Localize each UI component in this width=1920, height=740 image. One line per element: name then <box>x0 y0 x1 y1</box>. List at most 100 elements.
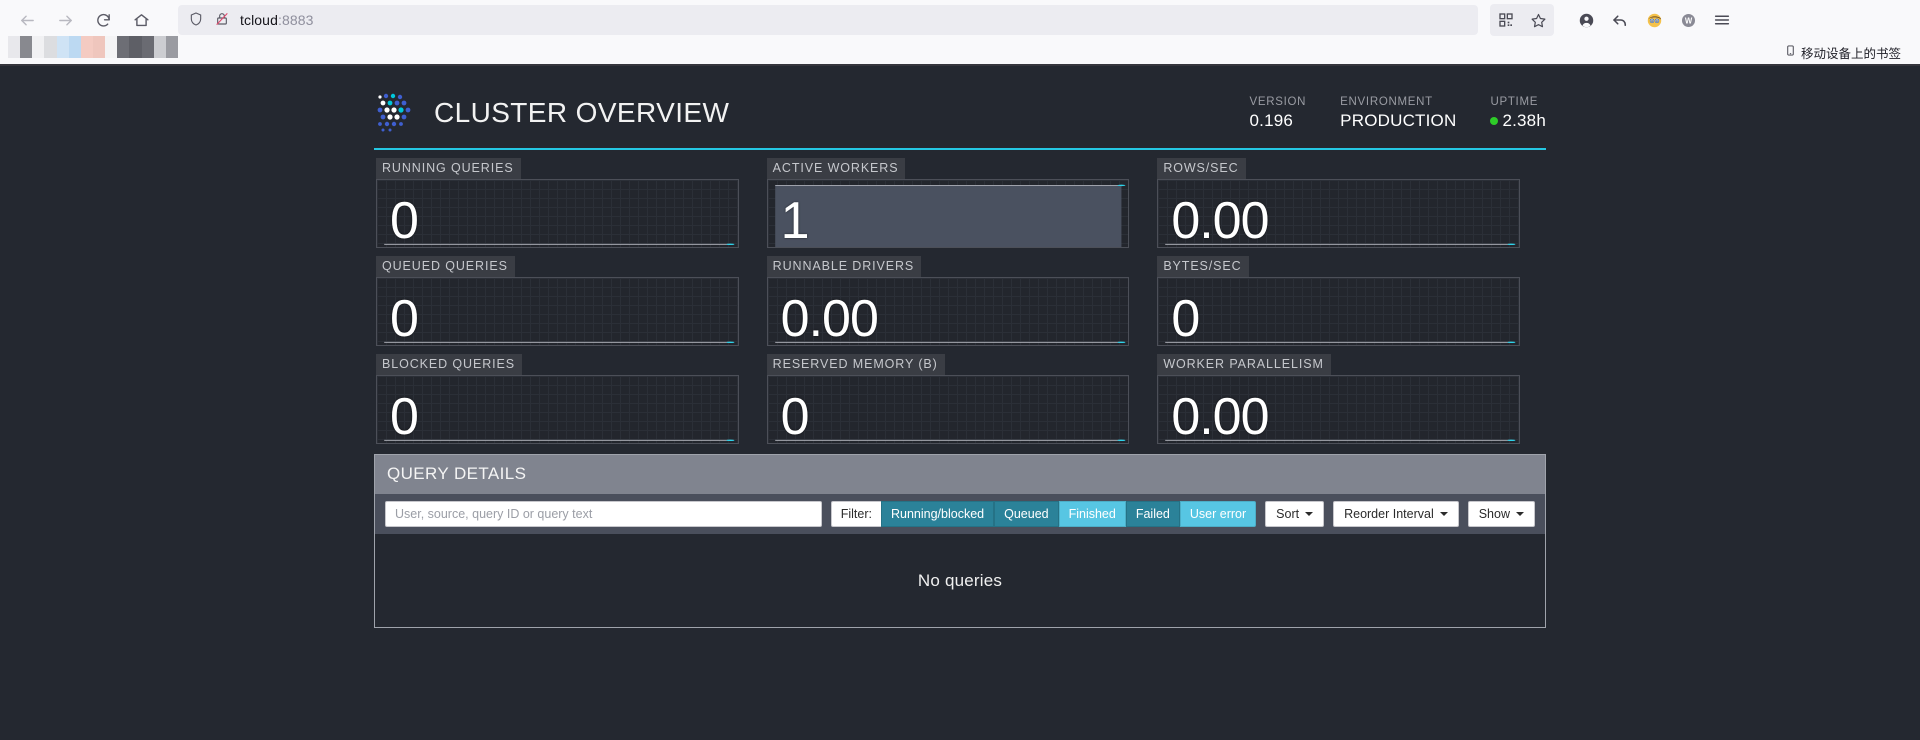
emoji-face-icon[interactable] <box>1638 4 1670 36</box>
metric-sparkline <box>376 375 739 444</box>
home-icon[interactable] <box>124 4 158 36</box>
query-details-panel: QUERY DETAILS Filter: Running/blocked Qu… <box>374 454 1546 628</box>
stat-version-label: VERSION <box>1249 96 1307 108</box>
metric-tile-label: WORKER PARALLELISM <box>1157 354 1331 375</box>
metric-tiles-grid: RUNNING QUERIES 0 ACTIVE WORKERS 1 ROWS/SEC 0… <box>374 150 1546 446</box>
stat-environment-label: ENVIRONMENT <box>1340 96 1433 108</box>
trino-dots-logo <box>377 93 411 132</box>
metric-tile-label: RUNNING QUERIES <box>376 158 521 179</box>
header-stats: VERSION 0.196 ENVIRONMENT PRODUCTION UPT… <box>1250 94 1547 138</box>
metric-tile-label: ACTIVE WORKERS <box>766 158 906 179</box>
empty-state-message: No queries <box>917 570 1003 590</box>
bookmark-mobile-folder[interactable]: 移动设备上的书签 <box>1780 41 1906 64</box>
bookmark-label: 移动设备上的书签 <box>1800 46 1901 61</box>
search-input[interactable] <box>385 501 822 527</box>
metric-tile: BLOCKED QUERIES 0 <box>374 346 765 446</box>
brand: CLUSTER OVERVIEW <box>374 92 729 138</box>
account-icon[interactable] <box>1570 4 1602 36</box>
bookmarks-bar: 移动设备上的书签 <box>0 40 1920 66</box>
stat-version-value: 0.196 <box>1249 111 1294 130</box>
favicon-placeholder-strip <box>8 36 178 58</box>
svg-text:W: W <box>1684 16 1692 25</box>
metric-tile-value: 0.00 <box>1171 192 1269 250</box>
filter-label: Filter: <box>830 501 881 527</box>
query-details-toolbar: Filter: Running/blocked Queued Finished … <box>375 494 1545 534</box>
hamburger-menu-icon[interactable] <box>1706 4 1738 36</box>
chevron-down-icon <box>1305 512 1314 516</box>
query-list-body: No queries <box>375 534 1545 627</box>
page-container: CLUSTER OVERVIEW VERSION 0.196 ENVIRONME… <box>374 92 1546 628</box>
qr-code-icon[interactable] <box>1490 4 1522 36</box>
metric-sparkline <box>766 375 1130 444</box>
uptime-status-dot <box>1490 117 1499 125</box>
metric-tile-label: BLOCKED QUERIES <box>376 354 522 375</box>
reload-icon[interactable] <box>86 4 120 36</box>
chevron-down-icon <box>1516 512 1524 516</box>
filter-button-group: Filter: Running/blocked Queued Finished … <box>830 501 1257 527</box>
metric-tile: RESERVED MEMORY (B) 0 <box>765 346 1156 446</box>
metric-tile-value: 1 <box>780 192 810 250</box>
forward-arrow-icon[interactable] <box>48 4 82 36</box>
metric-sparkline <box>376 179 739 248</box>
query-details-header: QUERY DETAILS <box>375 455 1545 494</box>
filter-finished[interactable]: Finished <box>1058 501 1126 527</box>
stat-uptime: UPTIME 2.38h <box>1490 94 1546 132</box>
metric-tile-value: 0 <box>390 388 419 446</box>
metric-sparkline <box>1157 277 1520 346</box>
stat-uptime-value-wrap: 2.38h <box>1490 110 1546 132</box>
undo-arrow-icon[interactable] <box>1604 4 1636 36</box>
url-port: :8883 <box>277 12 314 28</box>
w-circle-icon[interactable]: W <box>1672 4 1704 36</box>
metric-tile-label: QUEUED QUERIES <box>376 256 515 277</box>
filter-queued[interactable]: Queued <box>994 501 1059 527</box>
browser-nav-bar: tcloud:8883 W <box>0 0 1920 40</box>
reorder-interval-dropdown-label: Reorder Interval <box>1344 507 1434 521</box>
url-bar[interactable]: tcloud:8883 <box>178 5 1478 35</box>
metric-tile-label: RESERVED MEMORY (B) <box>766 354 945 375</box>
filter-running-blocked[interactable]: Running/blocked <box>880 501 995 527</box>
sort-dropdown[interactable]: Sort <box>1265 501 1325 527</box>
chevron-down-icon <box>1439 512 1448 516</box>
filter-user-error[interactable]: User error <box>1179 501 1257 527</box>
query-details-title: QUERY DETAILS <box>387 464 527 483</box>
metric-tile-value: 0 <box>390 290 419 348</box>
sort-dropdown-label: Sort <box>1276 507 1300 521</box>
trino-cluster-overview-page: CLUSTER OVERVIEW VERSION 0.196 ENVIRONME… <box>0 66 1920 738</box>
metric-tile-value: 0.00 <box>1171 388 1269 446</box>
metric-tile-value: 0 <box>1171 290 1200 348</box>
page-title: CLUSTER OVERVIEW <box>434 97 730 128</box>
insecure-lock-icon[interactable] <box>214 11 232 29</box>
stat-version: VERSION 0.196 <box>1250 94 1307 132</box>
url-host: tcloud <box>240 12 278 28</box>
star-icon[interactable] <box>1522 4 1554 36</box>
stat-uptime-label: UPTIME <box>1490 96 1539 108</box>
stat-environment: ENVIRONMENT PRODUCTION <box>1340 94 1456 132</box>
stat-environment-value: PRODUCTION <box>1340 111 1457 130</box>
metric-tile: BYTES/SEC 0 <box>1155 248 1546 348</box>
metric-tile: QUEUED QUERIES 0 <box>374 248 765 348</box>
back-arrow-icon[interactable] <box>10 4 44 36</box>
stat-uptime-value: 2.38h <box>1502 111 1546 130</box>
metric-sparkline <box>766 179 1130 248</box>
url-text: tcloud:8883 <box>240 12 314 28</box>
metric-tile: RUNNABLE DRIVERS 0.00 <box>765 248 1156 348</box>
metric-tile-value: 0 <box>780 388 810 446</box>
metric-tile: WORKER PARALLELISM 0.00 <box>1155 346 1546 446</box>
metric-tile: ACTIVE WORKERS 1 <box>765 150 1156 250</box>
browser-chrome: tcloud:8883 W 移动设备上的书签 <box>0 0 1920 66</box>
show-dropdown[interactable]: Show <box>1467 501 1535 527</box>
metric-tile-value: 0 <box>390 192 419 250</box>
cluster-header: CLUSTER OVERVIEW VERSION 0.196 ENVIRONME… <box>374 92 1546 150</box>
mobile-device-icon <box>1785 43 1796 61</box>
reorder-interval-dropdown[interactable]: Reorder Interval <box>1333 501 1459 527</box>
metric-sparkline <box>376 277 739 346</box>
metric-tile: ROWS/SEC 0.00 <box>1155 150 1546 250</box>
metric-tile-label: ROWS/SEC <box>1157 158 1246 179</box>
qr-star-group <box>1490 4 1554 36</box>
filter-failed[interactable]: Failed <box>1125 501 1180 527</box>
metric-tile-value: 0.00 <box>780 290 879 348</box>
browser-toolbar-right: W <box>1490 4 1746 36</box>
shield-icon <box>188 11 206 29</box>
metric-tile-label: RUNNABLE DRIVERS <box>766 256 922 277</box>
metric-tile-label: BYTES/SEC <box>1157 256 1249 277</box>
